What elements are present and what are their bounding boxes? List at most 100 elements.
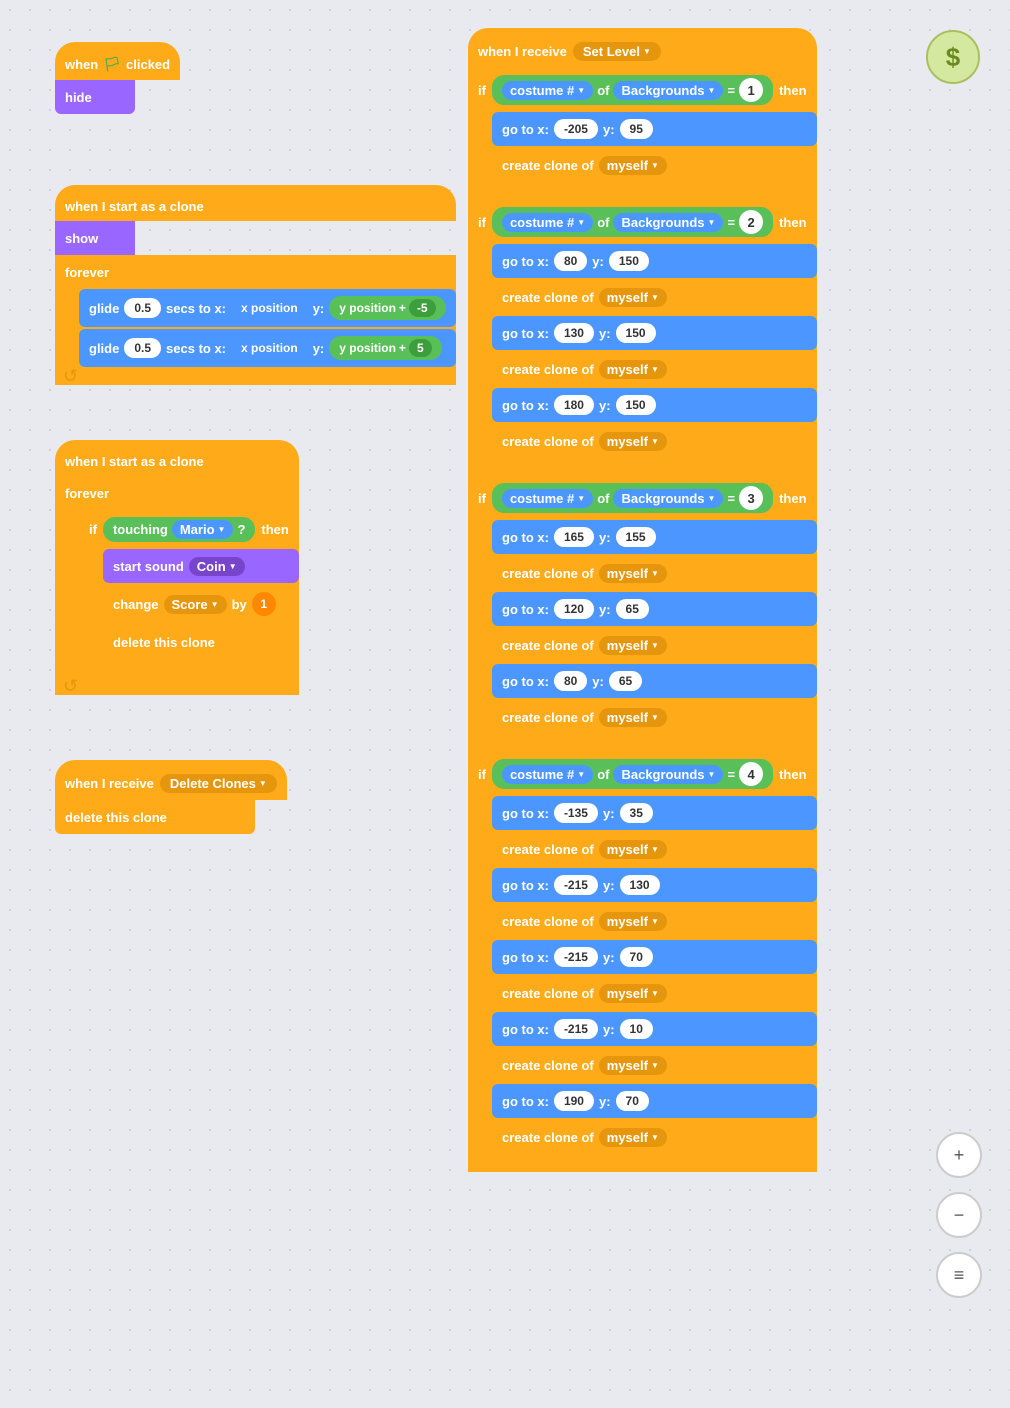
- set-level-dropdown[interactable]: Set Level ▼: [573, 42, 661, 61]
- forever-header[interactable]: forever: [55, 255, 456, 289]
- delete-clone-block-2[interactable]: delete this clone: [55, 800, 255, 834]
- clone-3-2[interactable]: create clone of myself ▼: [492, 628, 817, 662]
- myself-dropdown-3-1[interactable]: myself ▼: [599, 564, 667, 583]
- clone-4-5[interactable]: create clone of myself ▼: [492, 1120, 817, 1154]
- mario-dropdown[interactable]: Mario ▼: [172, 520, 234, 539]
- clone-3-1[interactable]: create clone of myself ▼: [492, 556, 817, 590]
- x-4-5[interactable]: 190: [554, 1091, 594, 1111]
- clone-4-4[interactable]: create clone of myself ▼: [492, 1048, 817, 1082]
- y-2-3[interactable]: 150: [616, 395, 656, 415]
- glide-block-2[interactable]: glide 0.5 secs to x: x position y: y pos…: [79, 329, 456, 367]
- receive-delete-clones-hat[interactable]: when I receive Delete Clones ▼: [55, 760, 287, 800]
- myself-dropdown-4-4[interactable]: myself ▼: [599, 1056, 667, 1075]
- goto-4-1[interactable]: go to x: -135 y: 35: [492, 796, 817, 830]
- goto-1-1[interactable]: go to x: -205 y: 95: [492, 112, 817, 146]
- glide1-y[interactable]: y position + -5: [329, 296, 445, 320]
- glide2-y[interactable]: y position + 5: [329, 336, 441, 360]
- myself-dropdown-3-3[interactable]: myself ▼: [599, 708, 667, 727]
- clone-3-3[interactable]: create clone of myself ▼: [492, 700, 817, 734]
- clone-2-3[interactable]: create clone of myself ▼: [492, 424, 817, 458]
- goto-4-4[interactable]: go to x: -215 y: 10: [492, 1012, 817, 1046]
- goto-3-3[interactable]: go to x: 80 y: 65: [492, 664, 817, 698]
- hide-block[interactable]: hide: [55, 80, 135, 114]
- clone-2-1[interactable]: create clone of myself ▼: [492, 280, 817, 314]
- score-val[interactable]: 1: [252, 592, 276, 616]
- x-2-3[interactable]: 180: [554, 395, 594, 415]
- eq-val-4[interactable]: 4: [739, 762, 763, 786]
- x-1-1[interactable]: -205: [554, 119, 598, 139]
- myself-dropdown-4-3[interactable]: myself ▼: [599, 984, 667, 1003]
- backgrounds-dropdown-2[interactable]: Backgrounds ▼: [613, 213, 723, 232]
- costume-dropdown-4[interactable]: costume # ▼: [502, 765, 593, 784]
- if-block-2-header[interactable]: if costume # ▼ of Backgrounds ▼ = 2 then: [468, 200, 817, 244]
- y-4-1[interactable]: 35: [620, 803, 653, 823]
- goto-2-3[interactable]: go to x: 180 y: 150: [492, 388, 817, 422]
- goto-3-1[interactable]: go to x: 165 y: 155: [492, 520, 817, 554]
- menu-button[interactable]: ≡: [936, 1252, 982, 1298]
- glide1-x[interactable]: x position: [231, 298, 308, 318]
- forever-header-2[interactable]: forever: [55, 476, 299, 510]
- goto-3-2[interactable]: go to x: 120 y: 65: [492, 592, 817, 626]
- glide2-secs[interactable]: 0.5: [124, 338, 161, 358]
- myself-dropdown-4-5[interactable]: myself ▼: [599, 1128, 667, 1147]
- delete-clone-block-1[interactable]: delete this clone: [103, 625, 299, 659]
- change-score-block[interactable]: change Score ▼ by 1: [103, 585, 299, 623]
- start-sound-block[interactable]: start sound Coin ▼: [103, 549, 299, 583]
- y-4-3[interactable]: 70: [620, 947, 653, 967]
- glide1-secs[interactable]: 0.5: [124, 298, 161, 318]
- y-2-2[interactable]: 150: [616, 323, 656, 343]
- condition-2[interactable]: costume # ▼ of Backgrounds ▼ = 2: [492, 207, 773, 237]
- zoom-out-button[interactable]: −: [936, 1192, 982, 1238]
- y-4-2[interactable]: 130: [620, 875, 660, 895]
- myself-dropdown-2-1[interactable]: myself ▼: [599, 288, 667, 307]
- receive-set-level-hat[interactable]: when I receive Set Level ▼: [468, 28, 817, 68]
- goto-2-2[interactable]: go to x: 130 y: 150: [492, 316, 817, 350]
- glide-block-1[interactable]: glide 0.5 secs to x: x position y: y pos…: [79, 289, 456, 327]
- eq-val-1[interactable]: 1: [739, 78, 763, 102]
- myself-dropdown-4-1[interactable]: myself ▼: [599, 840, 667, 859]
- myself-dropdown-3-2[interactable]: myself ▼: [599, 636, 667, 655]
- costume-dropdown-3[interactable]: costume # ▼: [502, 489, 593, 508]
- show-block[interactable]: show: [55, 221, 135, 255]
- x-3-1[interactable]: 165: [554, 527, 594, 547]
- touching-condition[interactable]: touching Mario ▼ ?: [103, 517, 255, 542]
- clone-4-1[interactable]: create clone of myself ▼: [492, 832, 817, 866]
- myself-dropdown-2-2[interactable]: myself ▼: [599, 360, 667, 379]
- y-1-1[interactable]: 95: [620, 119, 653, 139]
- myself-dropdown-1-1[interactable]: myself ▼: [599, 156, 667, 175]
- x-2-2[interactable]: 130: [554, 323, 594, 343]
- y-2-1[interactable]: 150: [609, 251, 649, 271]
- coin-dropdown[interactable]: Coin ▼: [189, 557, 245, 576]
- goto-4-3[interactable]: go to x: -215 y: 70: [492, 940, 817, 974]
- y-3-3[interactable]: 65: [609, 671, 642, 691]
- condition-1[interactable]: costume # ▼ of Backgrounds ▼ = 1: [492, 75, 773, 105]
- condition-4[interactable]: costume # ▼ of Backgrounds ▼ = 4: [492, 759, 773, 789]
- costume-dropdown-2[interactable]: costume # ▼: [502, 213, 593, 232]
- y-4-4[interactable]: 10: [620, 1019, 653, 1039]
- if-block-4-header[interactable]: if costume # ▼ of Backgrounds ▼ = 4 then: [468, 752, 817, 796]
- condition-3[interactable]: costume # ▼ of Backgrounds ▼ = 3: [492, 483, 773, 513]
- costume-dropdown-1[interactable]: costume # ▼: [502, 81, 593, 100]
- x-3-2[interactable]: 120: [554, 599, 594, 619]
- clone-hat-1[interactable]: when I start as a clone: [55, 185, 456, 221]
- goto-2-1[interactable]: go to x: 80 y: 150: [492, 244, 817, 278]
- clone-2-2[interactable]: create clone of myself ▼: [492, 352, 817, 386]
- backgrounds-dropdown-4[interactable]: Backgrounds ▼: [613, 765, 723, 784]
- if-block-1-header[interactable]: if costume # ▼ of Backgrounds ▼ = 1 then: [468, 68, 817, 112]
- backgrounds-dropdown-1[interactable]: Backgrounds ▼: [613, 81, 723, 100]
- goto-4-5[interactable]: go to x: 190 y: 70: [492, 1084, 817, 1118]
- delete-clones-dropdown[interactable]: Delete Clones ▼: [160, 774, 277, 793]
- if-mario-header[interactable]: if touching Mario ▼ ? then: [79, 510, 299, 549]
- y-3-1[interactable]: 155: [616, 527, 656, 547]
- goto-4-2[interactable]: go to x: -215 y: 130: [492, 868, 817, 902]
- glide2-x[interactable]: x position: [231, 338, 308, 358]
- eq-val-2[interactable]: 2: [739, 210, 763, 234]
- y-3-2[interactable]: 65: [616, 599, 649, 619]
- clone-hat-2[interactable]: when I start as a clone: [55, 440, 299, 476]
- if-block-3-header[interactable]: if costume # ▼ of Backgrounds ▼ = 3 then: [468, 476, 817, 520]
- zoom-in-button[interactable]: +: [936, 1132, 982, 1178]
- backgrounds-dropdown-3[interactable]: Backgrounds ▼: [613, 489, 723, 508]
- x-2-1[interactable]: 80: [554, 251, 587, 271]
- clone-4-3[interactable]: create clone of myself ▼: [492, 976, 817, 1010]
- myself-dropdown-2-3[interactable]: myself ▼: [599, 432, 667, 451]
